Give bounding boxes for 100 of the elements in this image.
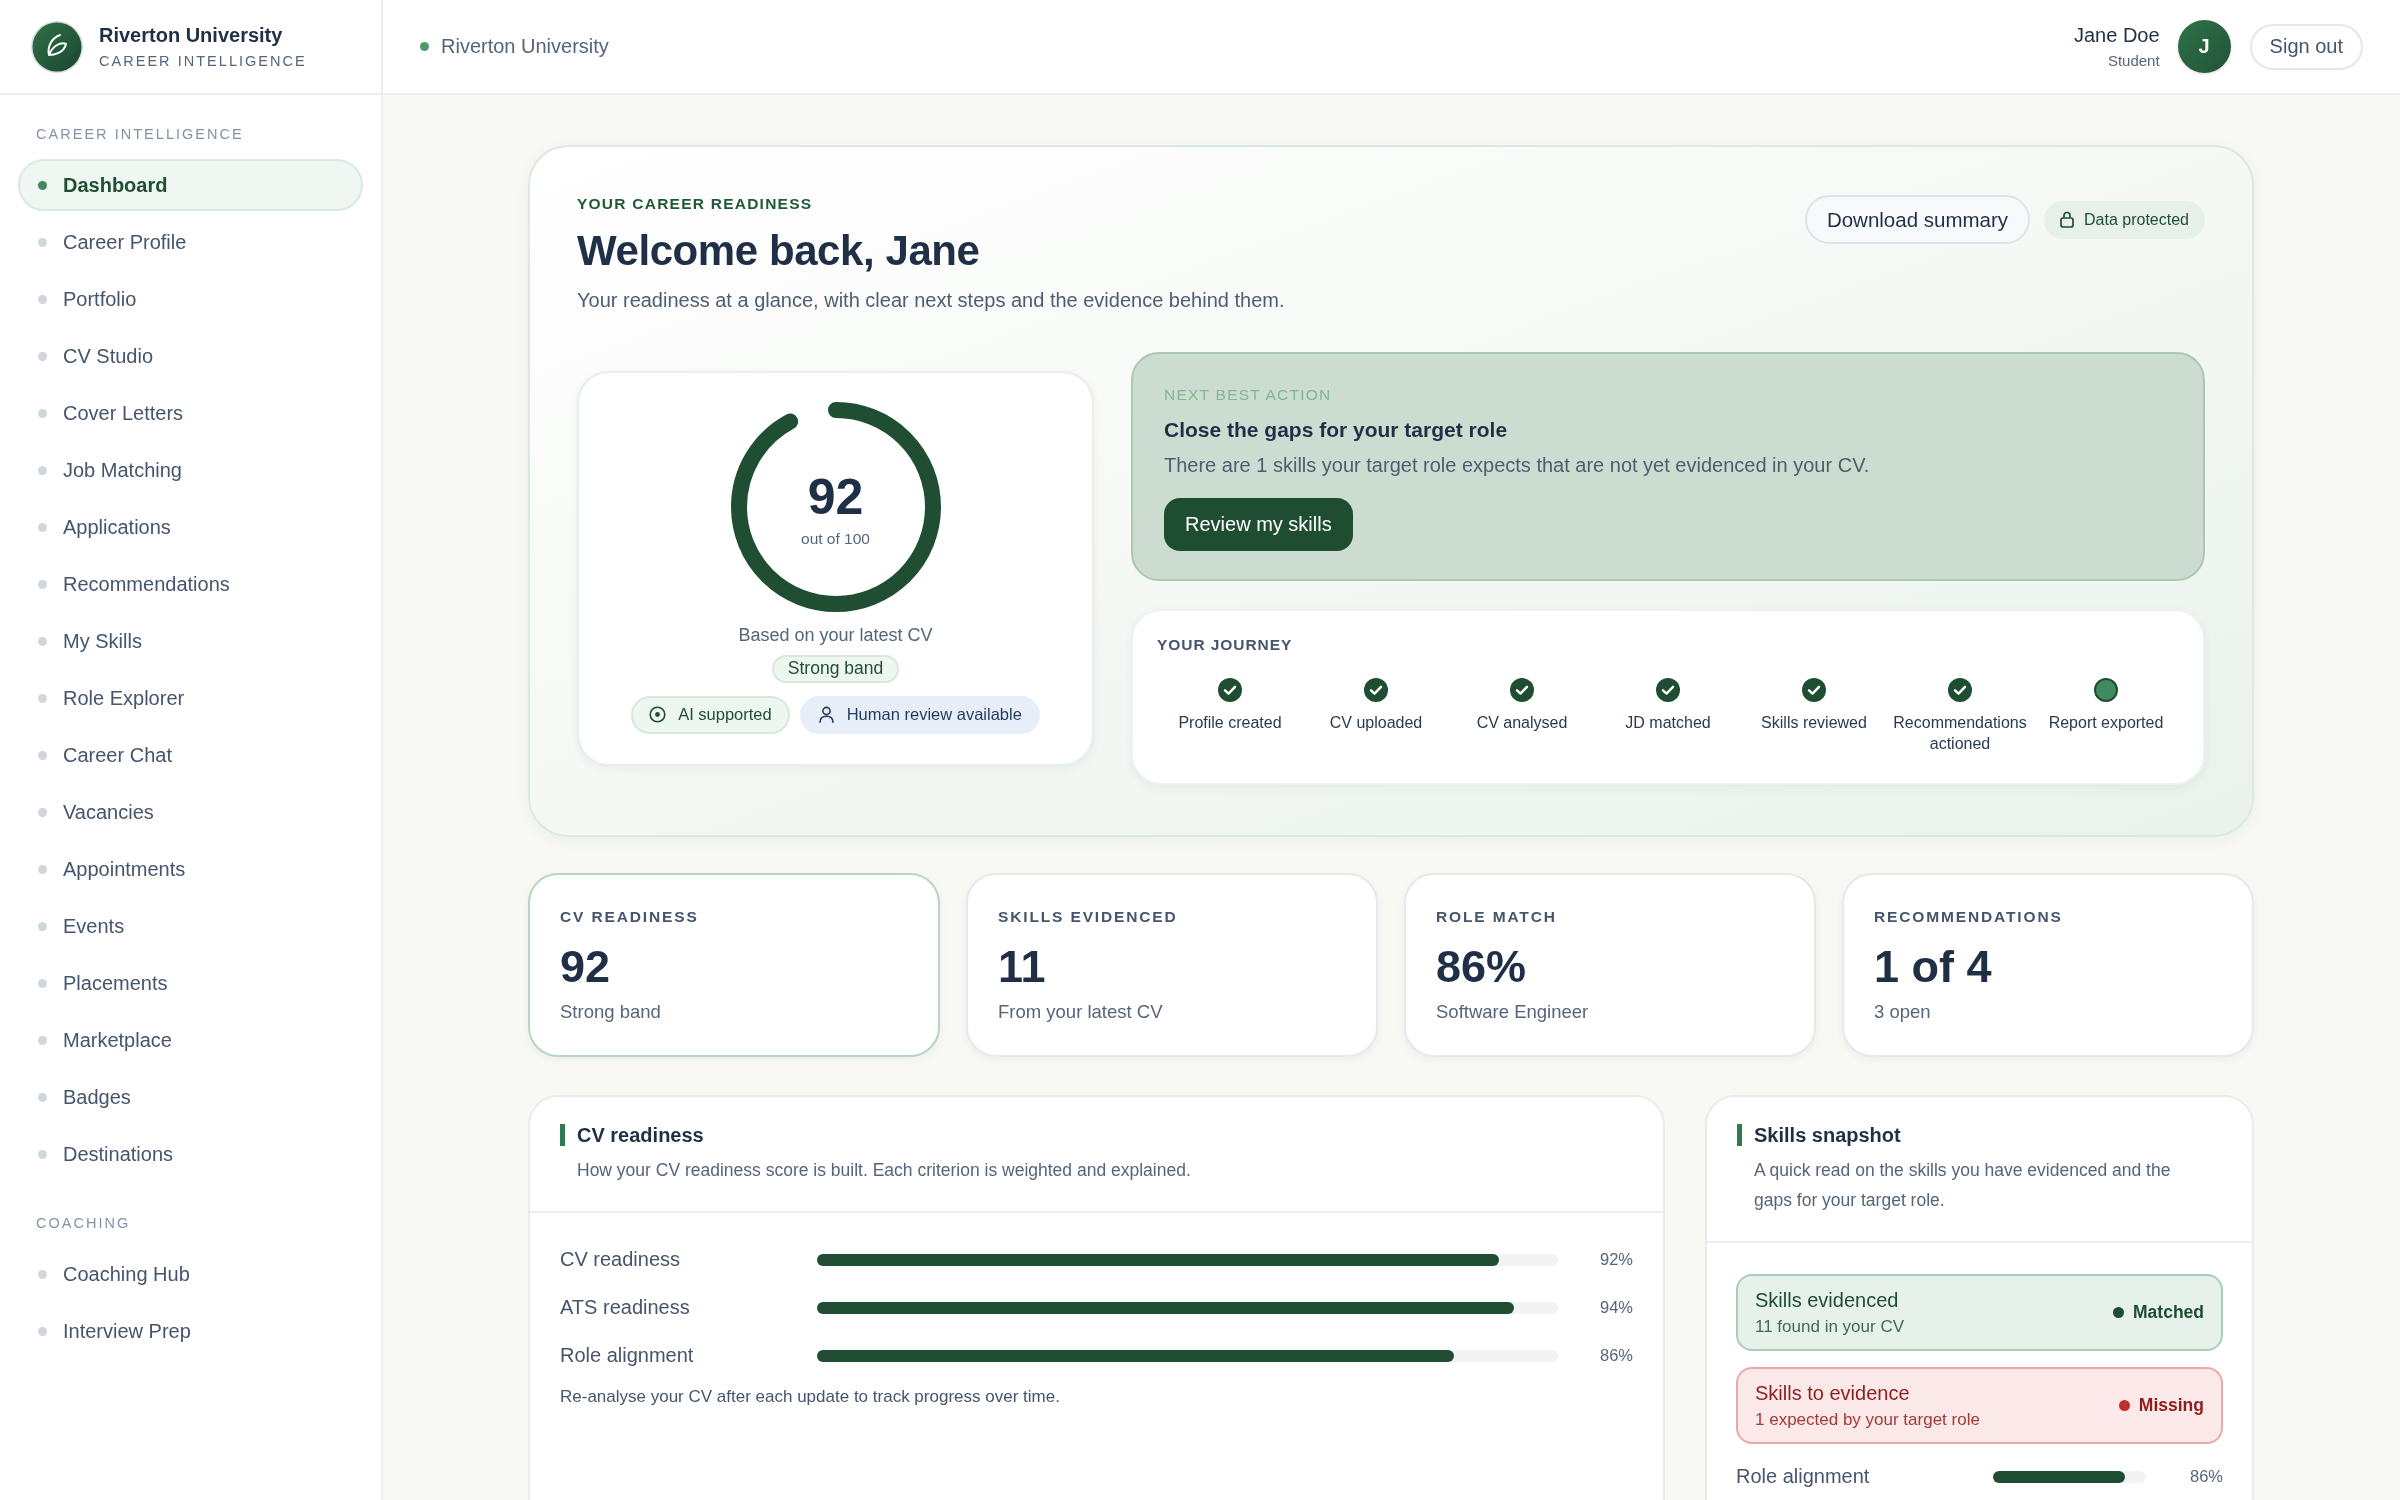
nav-item[interactable]: Career Profile: [18, 216, 363, 268]
alignment-label: Role alignment: [1736, 1465, 1871, 1489]
target-icon: [649, 706, 667, 724]
user-name: Jane Doe: [2074, 24, 2160, 47]
nav-dot-icon: [38, 978, 47, 988]
nav-item[interactable]: Dashboard: [18, 159, 363, 211]
nav-item[interactable]: Badges: [18, 1071, 363, 1123]
stat-label: ROLE MATCH: [1436, 907, 1557, 926]
stat-value: 92: [560, 941, 612, 992]
skill-group-title: Skills to evidence: [1755, 1381, 1911, 1405]
criterion-label: Role alignment: [560, 1344, 695, 1368]
stat-label: CV READINESS: [560, 907, 699, 926]
status-dot-icon: [420, 42, 429, 51]
next-action-eyebrow: NEXT BEST ACTION: [1164, 386, 1333, 404]
nav-item[interactable]: My Skills: [18, 615, 363, 667]
review-skills-button[interactable]: Review my skills: [1164, 498, 1353, 551]
leaf-logo-icon: [30, 19, 84, 74]
nav-item[interactable]: Job Matching: [18, 444, 363, 496]
brand-name: Riverton University: [99, 24, 284, 47]
skill-group-detail: 11 found in your CV: [1755, 1316, 1904, 1337]
stat-value: 86%: [1436, 941, 1528, 992]
percent-reading: 94%: [1599, 1298, 1633, 1318]
journey-step-label: Skills reviewed: [1761, 713, 1867, 733]
stat-label: SKILLS EVIDENCED: [998, 907, 1178, 926]
nav-item[interactable]: Marketplace: [18, 1014, 363, 1066]
stat-note: Software Engineer: [1436, 1000, 1590, 1023]
score-value: 92: [807, 471, 864, 522]
nav-item[interactable]: Destinations: [18, 1128, 363, 1180]
nav-item[interactable]: CV Studio: [18, 330, 363, 382]
nav-item[interactable]: Portfolio: [18, 273, 363, 325]
nav-dot-icon: [38, 750, 47, 760]
criterion-label: CV readiness: [560, 1248, 682, 1272]
journey-step-label: JD matched: [1625, 713, 1711, 733]
user-role: Student: [2107, 52, 2160, 69]
score-basis: Based on your latest CV: [738, 624, 933, 646]
skill-group-card[interactable]: Skills evidenced 11 found in your CV Matched: [1736, 1273, 2223, 1351]
nav-dot-icon: [38, 1269, 47, 1279]
journey-step-label: Report exported: [2048, 713, 2164, 733]
journey-step-label: Profile created: [1178, 713, 1282, 733]
nav-dot-icon: [38, 693, 47, 703]
nav-dot-icon: [38, 408, 47, 418]
lock-icon: [2060, 211, 2075, 228]
sign-out-button[interactable]: Sign out: [2249, 23, 2363, 70]
skill-group-detail: 1 expected by your target role: [1755, 1409, 1980, 1430]
journey-step-label: CV analysed: [1476, 713, 1568, 733]
journey-step-label: CV uploaded: [1329, 713, 1423, 733]
nav-dot-icon: [38, 237, 47, 247]
person-icon: [817, 706, 835, 724]
percent-reading: 92%: [1599, 1250, 1633, 1270]
skill-group-card[interactable]: Skills to evidence 1 expected by your target role Missing: [1736, 1366, 2223, 1444]
hero-subtitle: Your readiness at a glance, with clear next steps and the evidence behind them.: [577, 289, 1285, 312]
info-chip: AI supported: [631, 695, 790, 734]
stat-label: RECOMMENDATIONS: [1874, 907, 2063, 926]
hero-eyebrow: YOUR CAREER READINESS: [577, 195, 814, 213]
user-avatar[interactable]: J: [2177, 20, 2231, 73]
status-dot-icon: [2113, 1307, 2124, 1319]
nav-dot-icon: [38, 465, 47, 475]
nav-item[interactable]: Events: [18, 900, 363, 952]
stat-card[interactable]: ROLE MATCH 86% Software Engineer: [1404, 872, 1816, 1057]
stat-note: From your latest CV: [998, 1000, 1164, 1023]
stat-note: Strong band: [560, 1000, 662, 1023]
nav-item[interactable]: Cover Letters: [18, 387, 363, 439]
nav-item[interactable]: Coaching Hub: [18, 1248, 363, 1300]
nav-dot-icon: [38, 807, 47, 817]
nav-section-label: CAREER INTELLIGENCE: [35, 125, 245, 143]
data-protected-badge: Data protected: [2044, 200, 2205, 239]
skill-group-title: Skills evidenced: [1755, 1288, 1900, 1312]
nav-item[interactable]: Appointments: [18, 843, 363, 895]
stat-value: 1 of 4: [1874, 941, 1993, 992]
percent-reading: 86%: [2189, 1467, 2223, 1487]
nav-item[interactable]: Role Explorer: [18, 672, 363, 724]
stat-value: 11: [998, 941, 1047, 992]
nav-dot-icon: [38, 180, 47, 190]
panel-subtitle: A quick read on the skills you have evidenced and the gaps for your target role.: [1753, 1158, 2172, 1212]
stat-card[interactable]: CV READINESS 92 Strong band: [528, 872, 940, 1057]
journey-title: YOUR JOURNEY: [1157, 636, 1294, 654]
panel-subtitle: How your CV readiness score is built. Each criterion is weighted and explained.: [576, 1158, 1192, 1182]
nav-item[interactable]: Placements: [18, 957, 363, 1009]
nav-item[interactable]: Interview Prep: [18, 1305, 363, 1357]
info-chip: Human review available: [799, 695, 1040, 734]
nav-item[interactable]: Vacancies: [18, 786, 363, 838]
nav-item[interactable]: Career Chat: [18, 729, 363, 781]
criterion-label: ATS readiness: [560, 1296, 691, 1320]
nav-dot-icon: [38, 579, 47, 589]
brand-tagline: CAREER INTELLIGENCE: [99, 53, 307, 69]
score-caption: out of 100: [801, 529, 870, 548]
status-dot-icon: [2118, 1400, 2130, 1412]
stat-card[interactable]: RECOMMENDATIONS 1 of 4 3 open: [1842, 872, 2254, 1057]
panel-title: Skills snapshot: [1737, 1123, 1901, 1146]
nav-dot-icon: [38, 921, 47, 931]
download-summary-button[interactable]: Download summary: [1804, 195, 2031, 244]
nav-dot-icon: [38, 1326, 47, 1336]
skill-status: Missing: [2138, 1395, 2204, 1417]
nav-dot-icon: [38, 636, 47, 646]
next-action-text: There are 1 skills your target role expects that are not yet evidenced in your CV.: [1164, 454, 1871, 477]
panel-title: CV readiness: [560, 1123, 704, 1146]
band-badge: Strong band: [771, 654, 900, 683]
nav-item[interactable]: Applications: [18, 501, 363, 553]
nav-item[interactable]: Recommendations: [18, 558, 363, 610]
stat-card[interactable]: SKILLS EVIDENCED 11 From your latest CV: [966, 872, 1378, 1057]
